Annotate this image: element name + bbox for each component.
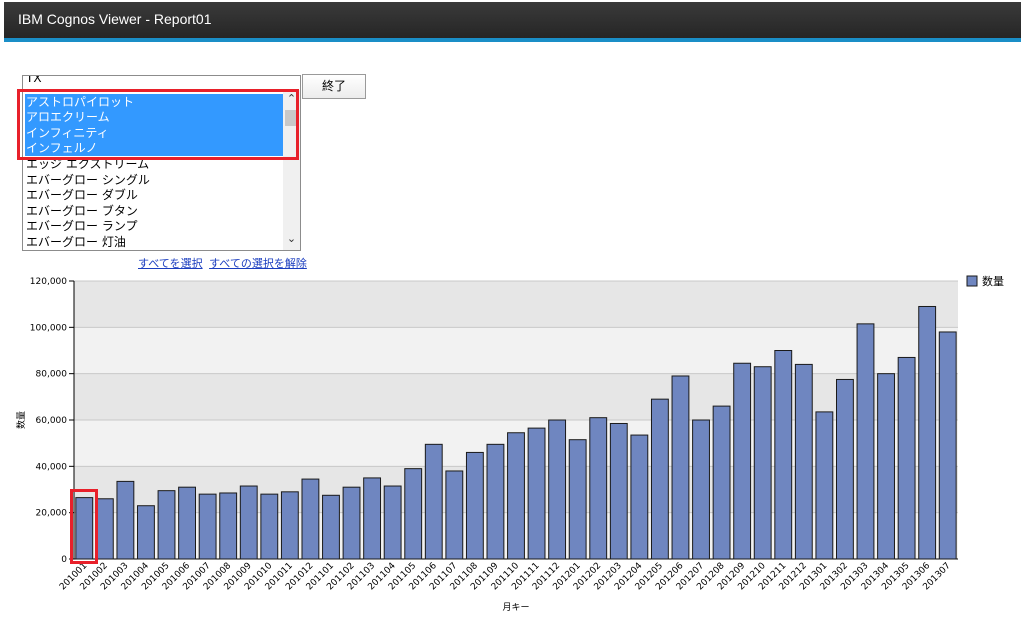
legend-swatch [966,275,978,287]
listbox-header-value[interactable]: TX [25,76,283,86]
plot-band [74,281,958,328]
listbox-option[interactable]: エバーグロー ブタン [25,203,283,219]
y-tick-label: 20,000 [36,509,68,519]
bar[interactable] [198,493,217,560]
bar[interactable] [712,405,731,560]
bar[interactable] [137,505,155,560]
product-listbox[interactable]: TX アストロパイロット アロエクリーム インフィニティ インフェルノ エッジ … [22,75,301,251]
legend-label: 数量 [982,275,1004,288]
listbox-scrollbar[interactable]: ⌃ ⌄ [283,90,300,250]
bar[interactable] [239,485,258,560]
y-axis-title: 数量 [15,411,27,429]
bar[interactable] [856,323,875,560]
bar[interactable] [404,468,423,560]
bar[interactable] [897,356,916,560]
y-tick-label: 40,000 [36,462,68,472]
chevron-down-icon[interactable]: ⌄ [283,232,300,246]
bar[interactable] [938,331,957,560]
bar[interactable] [918,305,937,560]
bar[interactable] [692,419,710,560]
bar[interactable] [733,362,752,560]
bar[interactable] [774,350,793,560]
bar[interactable] [383,485,402,560]
plot-band [74,327,958,374]
bar[interactable] [342,486,361,560]
y-tick-label: 60,000 [36,416,68,426]
bar[interactable] [650,398,669,560]
x-axis-title: 月キー [502,602,529,613]
bar[interactable] [527,427,546,560]
bar[interactable] [486,443,505,560]
y-tick-label: 100,000 [30,323,67,333]
title-bar: IBM Cognos Viewer - Report01 [4,2,1021,38]
bar[interactable] [609,422,628,560]
listbox-option[interactable]: エバーグロー シングル [25,172,283,188]
bar[interactable] [568,439,587,560]
bar[interactable] [877,373,895,560]
scrollbar-thumb[interactable] [285,110,297,126]
bar[interactable] [815,411,834,560]
bar[interactable] [671,375,690,560]
bar[interactable] [116,480,135,560]
listbox-option[interactable]: インフェルノ [25,140,283,156]
listbox-option[interactable]: インフィニティ [25,125,283,141]
listbox-option[interactable]: エバーグロー ランプ [25,218,283,234]
bar-chart: 020,00040,00060,00080,000100,000120,0002… [15,275,1004,613]
bar[interactable] [322,494,340,560]
listbox-option[interactable]: アロエクリーム [25,109,283,125]
bar[interactable] [260,493,279,560]
bar[interactable] [95,498,114,560]
finish-button[interactable]: 終了 [302,74,366,99]
y-tick-label: 0 [61,555,67,565]
chevron-up-icon[interactable]: ⌃ [283,92,300,106]
bar[interactable] [219,492,238,560]
listbox-option[interactable]: エバーグロー 灯油 [25,234,283,250]
bar[interactable] [836,378,854,560]
bar[interactable] [157,490,176,560]
title-accent-bar [4,38,1021,42]
y-tick-label: 120,000 [30,277,67,287]
bar[interactable] [280,491,299,560]
bar[interactable] [75,497,94,560]
bar[interactable] [363,477,382,560]
bar[interactable] [301,478,320,560]
y-tick-label: 80,000 [36,370,68,380]
bar[interactable] [589,417,608,560]
bar[interactable] [794,363,813,560]
bar[interactable] [630,434,649,560]
window-title: IBM Cognos Viewer - Report01 [18,11,212,27]
bar[interactable] [445,470,464,560]
listbox-option[interactable]: アストロパイロット [25,94,283,110]
bar[interactable] [178,486,196,560]
bar[interactable] [548,419,567,560]
bar[interactable] [753,366,772,560]
listbox-option[interactable]: エッジ エクストリーム [25,156,283,172]
bar[interactable] [465,451,484,560]
listbox-option[interactable]: エバーグロー ダブル [25,187,283,203]
bar[interactable] [424,443,443,560]
bar[interactable] [507,432,525,560]
